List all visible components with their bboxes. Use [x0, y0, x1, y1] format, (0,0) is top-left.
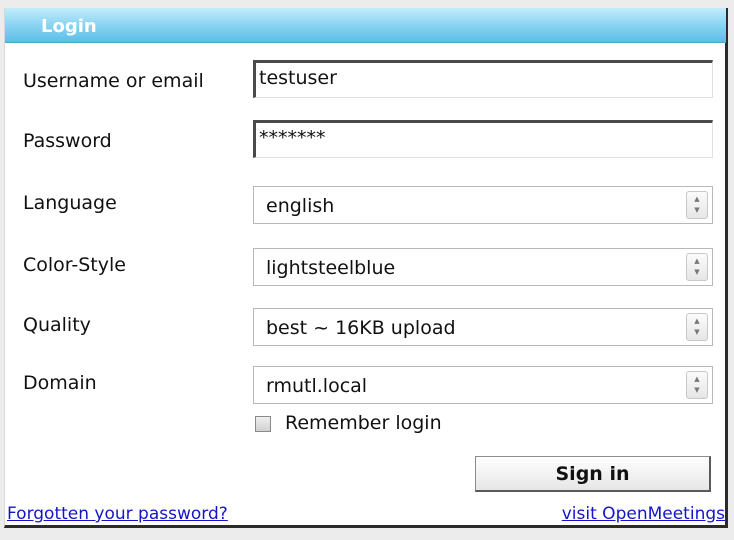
- window-title: Login: [41, 16, 97, 37]
- quality-value: best ~ 16KB upload: [266, 317, 456, 339]
- domain-label: Domain: [23, 372, 97, 394]
- username-input[interactable]: testuser: [253, 60, 713, 98]
- color-style-value: lightsteelblue: [266, 257, 396, 279]
- domain-value: rmutl.local: [266, 375, 368, 397]
- up-down-stepper-icon[interactable]: ▲ ▼: [686, 191, 708, 219]
- sign-in-button[interactable]: Sign in: [475, 456, 711, 492]
- language-value: english: [266, 195, 335, 217]
- remember-login-checkbox[interactable]: [255, 416, 271, 432]
- color-style-label: Color-Style: [23, 254, 126, 276]
- quality-label: Quality: [23, 314, 91, 336]
- remember-login-label[interactable]: Remember login: [285, 412, 442, 434]
- login-panel: Login Username or email testuser Passwor…: [4, 8, 728, 528]
- language-select[interactable]: english ▲ ▼: [253, 186, 713, 224]
- quality-select[interactable]: best ~ 16KB upload ▲ ▼: [253, 308, 713, 346]
- title-bar: Login: [5, 8, 726, 43]
- forgot-password-link[interactable]: Forgotten your password?: [7, 504, 228, 524]
- up-down-stepper-icon[interactable]: ▲ ▼: [686, 371, 708, 399]
- username-label: Username or email: [23, 70, 204, 92]
- up-down-stepper-icon[interactable]: ▲ ▼: [686, 313, 708, 341]
- visit-openmeetings-link[interactable]: visit OpenMeetings: [562, 504, 725, 524]
- color-style-select[interactable]: lightsteelblue ▲ ▼: [253, 248, 713, 286]
- password-input[interactable]: *******: [253, 120, 713, 158]
- language-label: Language: [23, 192, 117, 214]
- domain-select[interactable]: rmutl.local ▲ ▼: [253, 366, 713, 404]
- password-label: Password: [23, 130, 112, 152]
- up-down-stepper-icon[interactable]: ▲ ▼: [686, 253, 708, 281]
